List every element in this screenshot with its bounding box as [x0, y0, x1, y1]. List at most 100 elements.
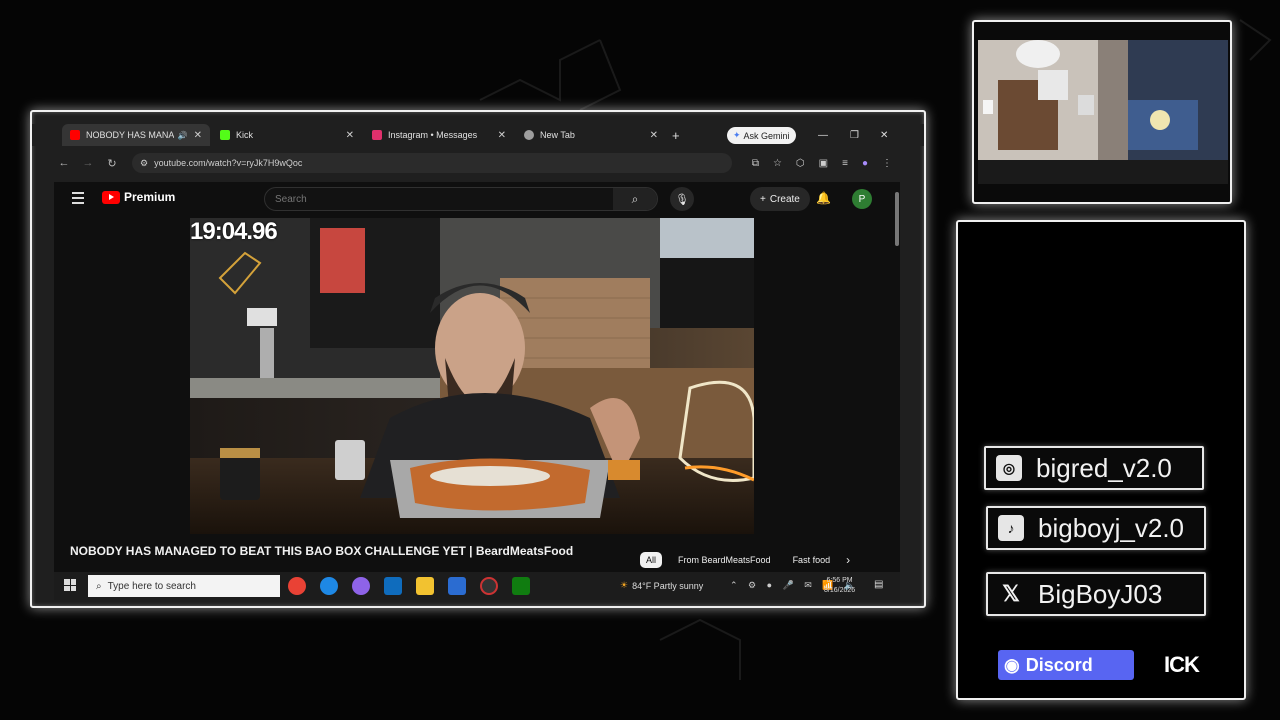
youtube-page: Premium ⌕ 🎙 + Create 🔔 P	[54, 182, 900, 572]
weather-widget[interactable]: ☀ 84°F Partly sunny	[620, 580, 703, 591]
create-label: Create	[769, 193, 800, 205]
webcam-view	[978, 40, 1228, 184]
close-icon[interactable]: ✕	[498, 130, 506, 141]
taskbar-search[interactable]: ⌕ Type here to search	[88, 575, 280, 597]
speaker-icon[interactable]: 🔊	[178, 131, 188, 140]
discord-label: Discord	[1025, 654, 1093, 675]
bookmark-star-icon[interactable]: ☆	[773, 158, 782, 169]
social-instagram: ◎ bigred_v2.0	[984, 446, 1204, 490]
video-player[interactable]: 19:04.96	[190, 218, 754, 534]
close-icon[interactable]: ✕	[194, 130, 202, 141]
voice-search-button[interactable]: 🎙	[670, 187, 694, 211]
weather-text: 84°F Partly sunny	[632, 580, 704, 591]
menu-kebab-icon[interactable]: ⋮	[882, 158, 892, 169]
extensions-icon[interactable]: ⬡	[796, 158, 805, 169]
video-frame-image	[190, 218, 754, 534]
taskbar-clock[interactable]: 6:56 PM 8/16/2026	[824, 576, 855, 596]
tab-new-tab[interactable]: New Tab ✕	[516, 124, 666, 146]
search-icon: ⌕	[631, 191, 639, 206]
clock-time: 6:56 PM	[826, 577, 853, 584]
close-window-button[interactable]: ✕	[880, 124, 888, 146]
outlook-app-icon[interactable]	[384, 577, 402, 595]
forward-icon[interactable]: →	[76, 157, 100, 169]
tiktok-handle: bigboyj_v2.0	[1038, 512, 1184, 543]
search-input[interactable]	[265, 188, 613, 210]
clock-date: 8/16/2026	[824, 587, 856, 594]
close-icon[interactable]: ✕	[650, 130, 658, 141]
copilot-app-icon[interactable]	[352, 577, 370, 595]
webcam-frame	[972, 20, 1232, 204]
tab-instagram[interactable]: Instagram • Messages ✕	[364, 124, 514, 146]
chevron-right-icon[interactable]: ›	[846, 553, 850, 567]
profile-icon[interactable]: ●	[862, 158, 868, 169]
back-icon[interactable]: ←	[52, 157, 76, 169]
kick-badge: ICK	[1164, 652, 1200, 677]
tiktok-icon: ♪	[998, 515, 1024, 541]
tab-label: Kick	[236, 130, 254, 140]
close-icon[interactable]: ✕	[346, 130, 354, 141]
instagram-icon: ◎	[996, 455, 1022, 481]
address-bar: ← → ↻ ⚙ youtube.com/watch?v=ryJk7H9wQoc …	[52, 152, 900, 174]
instagram-handle: bigred_v2.0	[1036, 452, 1172, 483]
url-text: youtube.com/watch?v=ryJk7H9wQoc	[154, 158, 303, 168]
browser-toolbar-icons: ⧉ ☆ ⬡ ▣ ≡ ● ⋮	[752, 158, 892, 169]
windows-start-icon[interactable]	[64, 579, 76, 591]
new-tab-button[interactable]: +	[672, 128, 680, 143]
youtube-logo[interactable]: Premium	[102, 190, 175, 204]
taskbar-apps	[288, 577, 530, 595]
page-scrollbar[interactable]	[894, 184, 900, 564]
discord-icon: ◉	[1004, 654, 1020, 675]
site-info-icon[interactable]: ⚙	[140, 158, 148, 169]
notification-center-icon[interactable]: ▤	[874, 579, 883, 590]
chip-fast-food[interactable]: Fast food	[787, 552, 837, 568]
tab-youtube[interactable]: NOBODY HAS MANAGED 🔊 ✕	[62, 124, 210, 146]
sun-icon: ☀	[620, 580, 629, 590]
chip-from-channel[interactable]: From BeardMeatsFood	[672, 552, 777, 568]
ask-gemini-button[interactable]: ✦ Ask Gemini	[727, 127, 796, 144]
tab-kick[interactable]: Kick ✕	[212, 124, 362, 146]
obs-app-icon[interactable]	[480, 577, 498, 595]
chrome-favicon-icon	[524, 130, 534, 140]
browser-window: NOBODY HAS MANAGED 🔊 ✕ Kick ✕ Instagram …	[30, 110, 926, 608]
tab-label: New Tab	[540, 130, 575, 140]
file-explorer-icon[interactable]	[416, 577, 434, 595]
sparkle-icon: ✦	[733, 130, 741, 140]
media-control-icon[interactable]: ≡	[842, 158, 848, 169]
video-title: NOBODY HAS MANAGED TO BEAT THIS BAO BOX …	[70, 544, 574, 558]
create-button[interactable]: + Create	[750, 187, 810, 211]
instagram-favicon-icon	[372, 130, 382, 140]
split-view-icon[interactable]: ▣	[819, 158, 828, 169]
search-button[interactable]: ⌕	[613, 188, 657, 210]
microphone-icon: 🎙	[675, 193, 689, 206]
social-tiktok: ♪ bigboyj_v2.0	[986, 506, 1206, 550]
notifications-bell-icon[interactable]: 🔔	[816, 191, 831, 205]
url-input[interactable]: ⚙ youtube.com/watch?v=ryJk7H9wQoc	[132, 153, 732, 173]
store-app-icon[interactable]	[448, 577, 466, 595]
windows-taskbar: ⌕ Type here to search ☀ 84°F Partly sunn…	[54, 572, 900, 600]
reload-icon[interactable]: ↻	[100, 157, 124, 170]
tab-bar: NOBODY HAS MANAGED 🔊 ✕ Kick ✕ Instagram …	[32, 124, 924, 146]
xbox-app-icon[interactable]	[512, 577, 530, 595]
youtube-play-icon	[102, 190, 120, 204]
search-icon: ⌕	[96, 580, 102, 592]
avatar[interactable]: P	[852, 189, 872, 209]
x-handle: BigBoyJ03	[1038, 578, 1163, 609]
recommendation-chips: All From BeardMeatsFood Fast food ›	[640, 552, 850, 568]
discord-badge: ◉ Discord	[998, 650, 1134, 680]
webcam-feed-image	[978, 40, 1228, 184]
install-app-icon[interactable]: ⧉	[752, 158, 759, 169]
minimize-button[interactable]: —	[818, 124, 828, 146]
youtube-brand-label: Premium	[124, 190, 176, 204]
chrome-app-icon[interactable]	[288, 577, 306, 595]
youtube-favicon-icon	[70, 130, 80, 140]
ask-gemini-label: Ask Gemini	[743, 130, 790, 141]
tab-label: NOBODY HAS MANAGED	[86, 130, 174, 140]
edge-app-icon[interactable]	[320, 577, 338, 595]
chip-all[interactable]: All	[640, 552, 663, 568]
restore-button[interactable]: ❐	[850, 124, 859, 146]
hamburger-menu-icon[interactable]	[72, 192, 84, 207]
social-x: 𝕏 BigBoyJ03	[986, 572, 1206, 616]
speedrun-timer: 19:04.96	[190, 218, 278, 245]
kick-favicon-icon	[220, 130, 230, 140]
plus-icon: +	[760, 193, 766, 205]
